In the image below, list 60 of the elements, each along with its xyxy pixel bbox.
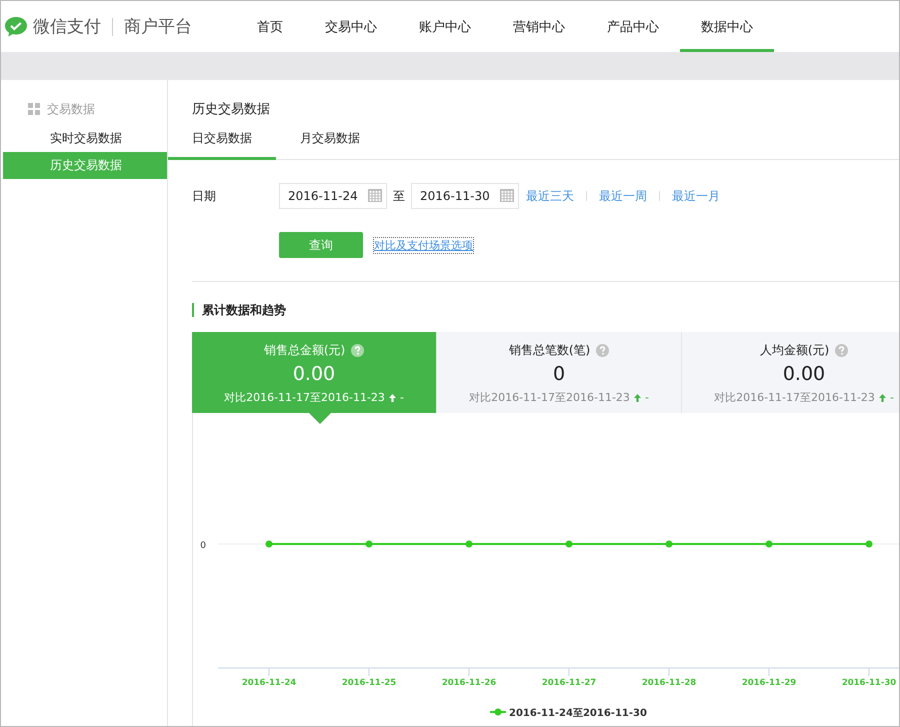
- calendar-icon[interactable]: [500, 189, 514, 202]
- metric-label: 销售总笔数(笔): [508, 342, 590, 359]
- legend-label[interactable]: 2016-11-24至2016-11-30: [509, 708, 647, 719]
- x-tick-label: 2016-11-29: [742, 678, 796, 688]
- data-point: [866, 540, 872, 548]
- up-arrow-icon: [388, 394, 396, 402]
- options-link[interactable]: 对比及支付场景选项: [374, 238, 473, 253]
- nav-tab[interactable]: 产品中心: [586, 1, 680, 52]
- metric-value: 0: [552, 363, 566, 385]
- metric-card[interactable]: 销售总笔数(笔) 0 对比2016-11-17至2016-11-23 -: [437, 332, 682, 413]
- nav-tab[interactable]: 账户中心: [398, 1, 492, 52]
- product-name: 商户平台: [124, 16, 192, 38]
- data-point: [566, 540, 572, 548]
- nav-tab[interactable]: 首页: [236, 1, 304, 52]
- sidebar-item[interactable]: 实时交易数据: [3, 125, 167, 152]
- metric-value: 0.00: [292, 363, 336, 385]
- nav-tab[interactable]: 交易中心: [304, 1, 398, 52]
- x-tick-label: 2016-11-30: [842, 678, 896, 688]
- calendar-icon[interactable]: [368, 189, 382, 202]
- tab[interactable]: 月交易数据: [276, 120, 384, 160]
- y-tick-label: 0: [200, 541, 206, 551]
- x-tick-label: 2016-11-27: [542, 678, 596, 688]
- x-tick-label: 2016-11-24: [242, 678, 296, 688]
- range-separator: 至: [393, 188, 405, 205]
- metric-card[interactable]: 人均金额(元) 0.00 对比2016-11-17至2016-11-23 -: [682, 332, 899, 413]
- start-date-field[interactable]: 2016-11-24: [279, 183, 387, 210]
- brand-name: 微信支付: [33, 16, 101, 38]
- section-title: 累计数据和趋势: [192, 303, 899, 317]
- help-icon[interactable]: [596, 344, 610, 357]
- change-value: -: [644, 391, 649, 404]
- x-tick-label: 2016-11-28: [642, 678, 696, 688]
- change-value: -: [400, 391, 404, 404]
- data-point: [666, 540, 672, 548]
- pointer-triangle: [309, 413, 331, 424]
- metric-label: 人均金额(元): [760, 342, 830, 359]
- chat-bubble-check-logo-icon: [4, 16, 28, 38]
- comparison-period: 对比2016-11-17至2016-11-23: [224, 390, 385, 405]
- up-arrow-icon: [634, 394, 641, 402]
- x-tick-label: 2016-11-26: [442, 678, 496, 688]
- data-point: [266, 540, 272, 548]
- page-title: 历史交易数据: [191, 101, 271, 119]
- data-point: [366, 540, 372, 548]
- metric-label: 销售总金额(元): [264, 342, 346, 359]
- up-arrow-icon: [878, 394, 886, 402]
- legend-line-icon[interactable]: [490, 708, 506, 716]
- date-label: 日期: [192, 188, 217, 205]
- sidebar-group-title: 交易数据: [47, 100, 95, 118]
- comparison-period: 对比2016-11-17至2016-11-23: [469, 390, 630, 405]
- x-tick-label: 2016-11-25: [342, 678, 396, 688]
- metric-value: 0.00: [782, 363, 826, 385]
- help-icon[interactable]: [351, 344, 364, 357]
- help-icon[interactable]: [835, 344, 848, 357]
- grid-icon: [28, 103, 40, 115]
- end-date-field[interactable]: 2016-11-30: [411, 183, 519, 210]
- data-point: [466, 540, 472, 548]
- data-point: [766, 540, 772, 548]
- tab[interactable]: 日交易数据: [168, 120, 276, 160]
- change-value: -: [890, 391, 894, 404]
- nav-tab[interactable]: 营销中心: [492, 1, 586, 52]
- comparison-period: 对比2016-11-17至2016-11-23: [714, 390, 875, 405]
